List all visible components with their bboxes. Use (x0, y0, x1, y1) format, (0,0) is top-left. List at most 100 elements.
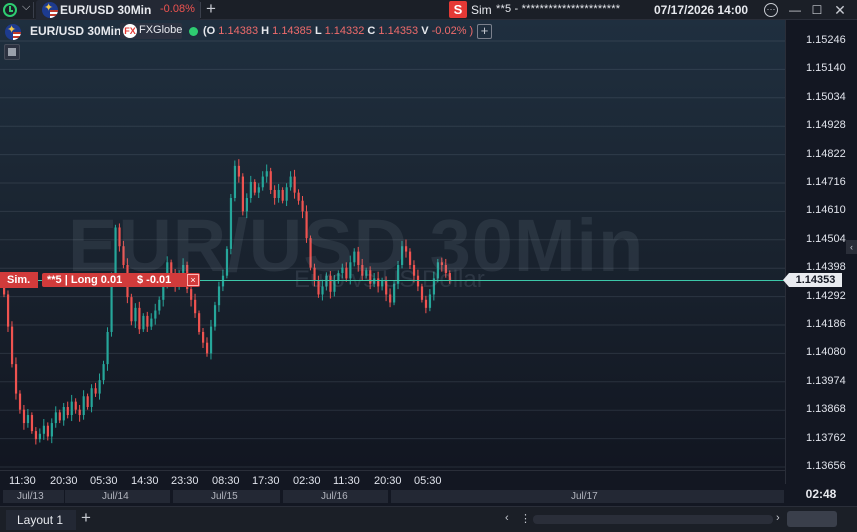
time-axis[interactable]: 11:30 20:30 05:30 14:30 23:30 08:30 17:30 02:30… (0, 470, 785, 504)
candle-body (18, 393, 22, 410)
horizontal-scrollbar[interactable] (533, 515, 773, 524)
candle-body (42, 425, 45, 434)
date-label: Jul/16 (283, 490, 389, 503)
price-tick-label: 1.13868 (806, 403, 846, 416)
close-position-button[interactable]: × (187, 274, 199, 286)
bar-countdown: 02:48 (785, 484, 857, 504)
maximize-icon[interactable]: ☐ (809, 2, 825, 18)
add-layout-icon[interactable]: + (81, 508, 91, 528)
candle-body (217, 286, 221, 306)
position-label[interactable]: **5 | Long 0.01 $ -0.01 × (42, 273, 200, 287)
date-label: Jul/17 (391, 490, 785, 503)
current-price-label: 1.14353 (783, 273, 842, 287)
data-source-button[interactable]: FX FXGlobe (120, 23, 182, 39)
scroll-right-icon[interactable]: › (776, 512, 780, 524)
candle-body (154, 310, 157, 319)
object-tree-icon[interactable] (4, 44, 20, 60)
candle-body (34, 431, 38, 440)
candle-body (269, 171, 272, 190)
candle-body (198, 313, 201, 332)
divider (33, 2, 34, 18)
candle-body (22, 409, 26, 424)
more-options-icon[interactable]: ··· (764, 3, 778, 17)
tab-instrument: EUR/USD 30Min (60, 3, 152, 17)
candle-body (26, 415, 30, 424)
drag-handle-icon[interactable]: ⋮ (520, 512, 531, 525)
sim-position-tag[interactable]: Sim. (0, 272, 38, 288)
candle-body (142, 315, 145, 330)
time-tick-label: 05:30 (90, 475, 118, 487)
position-pnl: $ -0.01 (137, 274, 172, 286)
candle-body (50, 423, 53, 437)
candle-body (389, 294, 392, 303)
price-tick-label: 1.14186 (806, 318, 846, 330)
legend-instrument[interactable]: EUR/USD 30Min (30, 24, 121, 38)
time-tick-label: 17:30 (252, 475, 280, 487)
price-tick-label: 1.14822 (806, 147, 846, 160)
sim-account-icon[interactable]: S (449, 1, 467, 18)
fxglobe-icon: FX (123, 24, 137, 38)
candle-body (285, 187, 288, 201)
add-indicator-icon[interactable]: + (477, 24, 492, 39)
candle-body (194, 299, 197, 314)
candle-body (190, 289, 193, 300)
close-icon[interactable]: ✕ (832, 2, 848, 18)
scroll-left-icon[interactable]: ‹ (505, 512, 509, 524)
sim-label[interactable]: Sim (471, 3, 492, 17)
candle-body (277, 189, 280, 199)
candle-body (293, 176, 296, 193)
time-tick-label: 11:30 (9, 475, 36, 487)
candle-body (98, 380, 101, 394)
eur-usd-flag-icon (5, 24, 21, 40)
candle-body (62, 406, 65, 421)
datetime-display: 07/17/2026 14:00 (654, 3, 749, 17)
candle-body (94, 388, 97, 394)
chevron-down-icon[interactable]: ⌵ (22, 1, 30, 14)
chart-panel[interactable]: EUR/USD 30Min Euro vs US Dollar (0, 20, 785, 484)
candle-body (130, 297, 133, 322)
candle-body (38, 433, 42, 440)
candle-body (253, 181, 256, 193)
minimize-icon[interactable]: — (787, 2, 803, 18)
price-tick-label: 1.14928 (806, 119, 846, 132)
candle-body (281, 189, 284, 201)
add-tab-icon[interactable]: + (206, 0, 216, 19)
candle-body (10, 326, 14, 365)
account-selector[interactable]: **5 - ********************** (496, 3, 620, 15)
chevron-left-icon[interactable]: ‹ (846, 240, 857, 254)
top-bar: ⌵ EUR/USD 30Min -0.08% + S Sim **5 - ***… (0, 0, 857, 20)
chart-legend: EUR/USD 30Min FX FXGlobe (O 1.14383 H 1.… (0, 21, 500, 41)
date-label: Jul/14 (65, 490, 171, 503)
price-tick-label: 1.14716 (806, 176, 846, 188)
candle-body (54, 412, 57, 424)
candle-body (202, 331, 205, 343)
time-tick-label: 05:30 (414, 475, 442, 487)
candle-body (213, 305, 217, 327)
layout-tab[interactable]: Layout 1 (6, 510, 76, 530)
divider (200, 2, 201, 18)
candle-body (297, 192, 300, 201)
candle-body (205, 342, 209, 354)
candle-body (233, 165, 237, 199)
price-tick-label: 1.14398 (806, 261, 846, 274)
candle-body (82, 396, 85, 416)
candle-body (146, 315, 149, 327)
price-tick-label: 1.15034 (806, 90, 846, 103)
candle-body (249, 181, 252, 199)
candle-body (86, 396, 89, 407)
price-tick-label: 1.15246 (806, 34, 846, 46)
date-label: Jul/15 (173, 490, 281, 503)
price-tick-label: 1.13656 (806, 460, 846, 472)
data-source-label: FXGlobe (139, 24, 183, 36)
candle-body (289, 176, 292, 188)
price-tick-label: 1.14504 (806, 232, 846, 245)
candle-body (237, 165, 241, 177)
tab-change: -0.08% (160, 3, 195, 15)
scrollbar-thumb[interactable] (787, 511, 837, 527)
clock-icon[interactable] (2, 2, 20, 18)
candle-body (209, 326, 213, 354)
date-label: Jul/13 (3, 490, 65, 503)
eur-usd-flag-icon (42, 2, 58, 18)
price-tick-label: 1.13974 (806, 374, 846, 387)
price-tick-label: 1.14080 (806, 346, 846, 359)
